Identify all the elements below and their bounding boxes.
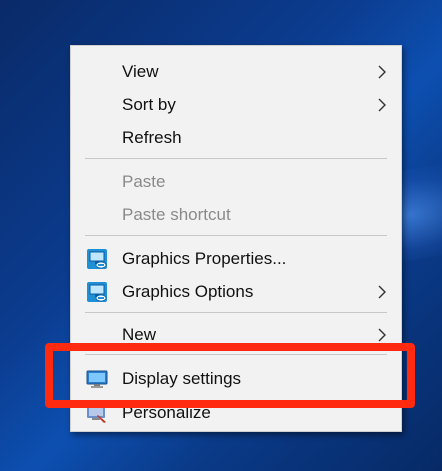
intel-graphics-icon: [87, 248, 107, 269]
menu-item-paste: Paste: [71, 165, 401, 198]
personalize-icon: [87, 405, 106, 423]
menu-item-view-label: View: [122, 61, 159, 81]
menu-separator: [85, 312, 387, 313]
menu-separator: [85, 235, 387, 236]
chevron-right-icon: [378, 65, 386, 78]
menu-item-refresh-label: Refresh: [122, 127, 182, 147]
desktop-context-menu: View Sort by Refresh Paste Paste shortcu…: [70, 45, 402, 432]
menu-item-sort-by[interactable]: Sort by: [71, 88, 401, 121]
menu-item-display-settings-label: Display settings: [122, 368, 242, 388]
menu-item-graphics-properties[interactable]: Graphics Properties...: [71, 242, 401, 275]
menu-item-graphics-properties-label: Graphics Properties...: [122, 248, 287, 268]
monitor-icon: [86, 370, 108, 388]
menu-item-new-label: New: [122, 324, 157, 344]
menu-item-paste-shortcut-label: Paste shortcut: [122, 204, 231, 224]
menu-item-personalize[interactable]: Personalize: [71, 396, 401, 429]
menu-separator: [85, 158, 387, 159]
intel-graphics-icon: [87, 281, 107, 302]
menu-item-view[interactable]: View: [71, 55, 401, 88]
chevron-right-icon: [378, 328, 386, 341]
menu-item-new[interactable]: New: [71, 318, 401, 351]
chevron-right-icon: [378, 98, 386, 111]
menu-item-paste-shortcut: Paste shortcut: [71, 198, 401, 231]
menu-item-graphics-options-label: Graphics Options: [122, 281, 254, 301]
menu-item-personalize-label: Personalize: [122, 402, 211, 422]
menu-item-display-settings[interactable]: Display settings: [71, 362, 401, 395]
chevron-right-icon: [378, 285, 386, 298]
menu-item-refresh[interactable]: Refresh: [71, 121, 401, 154]
menu-item-paste-label: Paste: [122, 171, 166, 191]
menu-item-sort-by-label: Sort by: [122, 94, 176, 114]
menu-separator: [85, 354, 387, 355]
menu-item-graphics-options[interactable]: Graphics Options: [71, 275, 401, 308]
